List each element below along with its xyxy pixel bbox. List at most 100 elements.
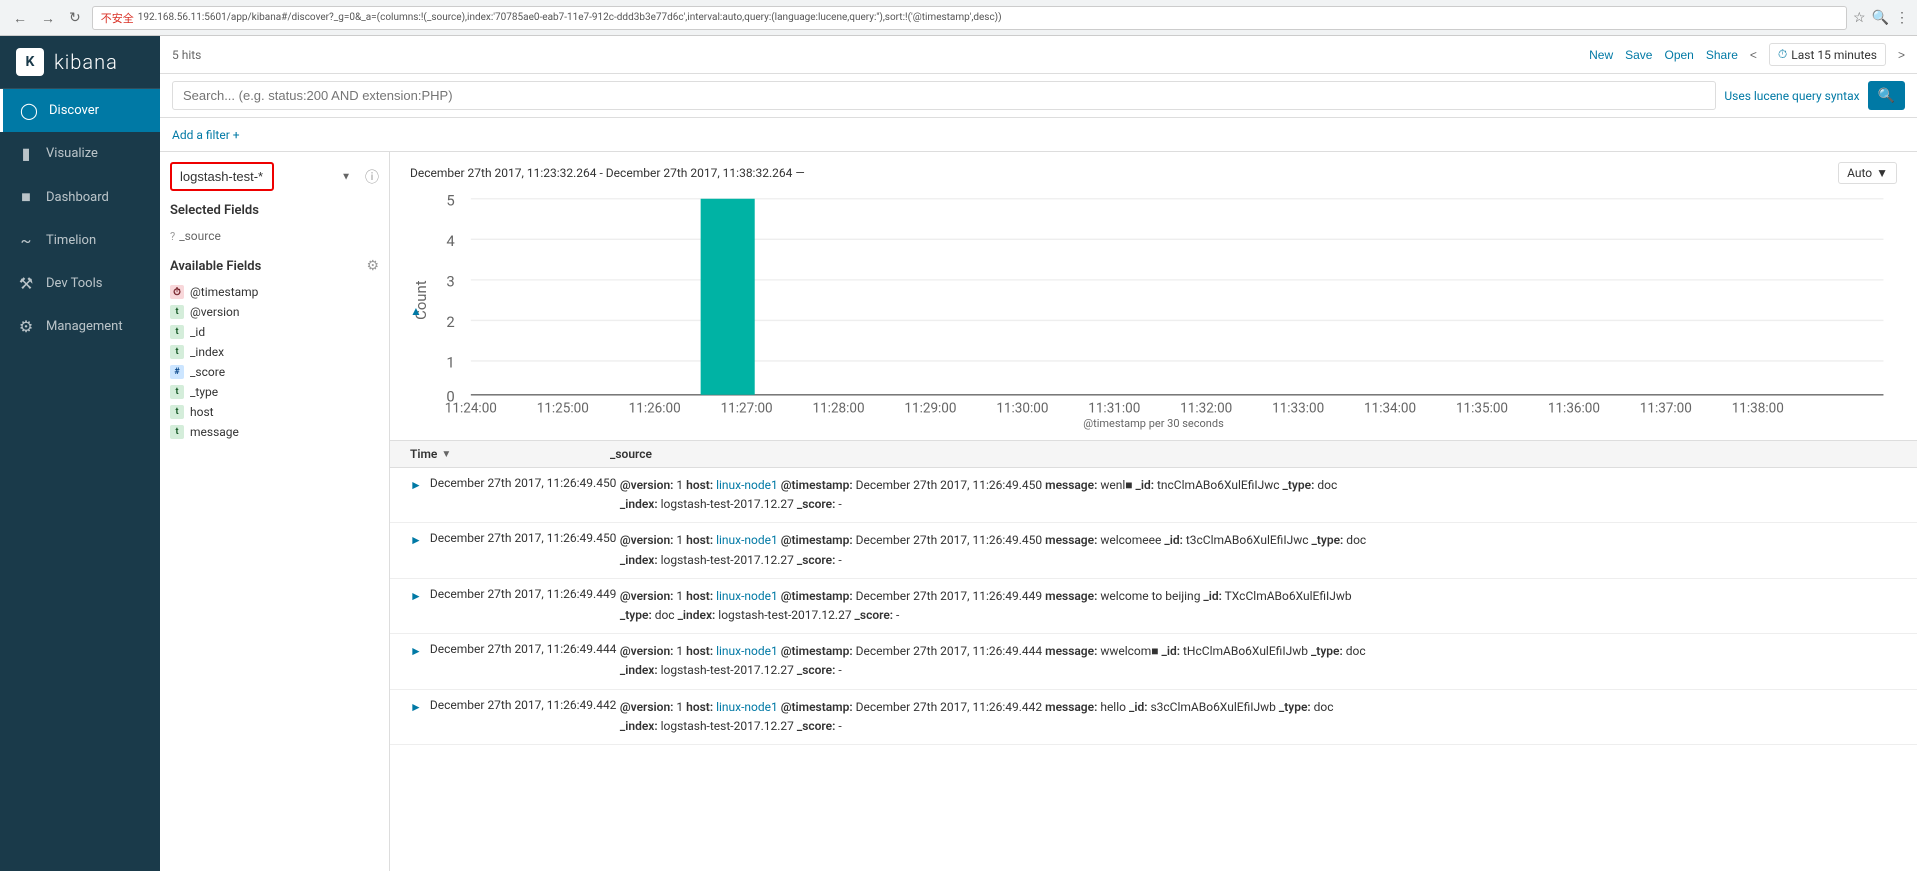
kibana-logo-text: kibana — [54, 50, 118, 74]
svg-text:5: 5 — [446, 192, 454, 210]
expand-icon[interactable]: ► — [410, 533, 422, 547]
sidebar-item-management[interactable]: ⚙ Management — [0, 305, 160, 348]
field-name: @timestamp — [190, 285, 258, 299]
time-picker[interactable]: ⏱ Last 15 minutes — [1769, 43, 1886, 66]
result-row-expander[interactable]: ► December 27th 2017, 11:26:49.444 @vers… — [390, 634, 1917, 688]
sidebar-logo: K kibana — [0, 36, 160, 89]
svg-text:11:30:00: 11:30:00 — [996, 400, 1048, 415]
content-area: logstash-test-* ⓘ Selected Fields ? _sou… — [160, 152, 1917, 871]
index-pattern-dropdown[interactable]: logstash-test-* — [170, 162, 274, 191]
result-content: @version: 1 host: linux-node1 @timestamp… — [620, 476, 1897, 514]
field-item-id[interactable]: t _id — [170, 322, 379, 342]
field-item-index[interactable]: t _index — [170, 342, 379, 362]
chart-x-axis-label: @timestamp per 30 seconds — [410, 417, 1897, 430]
result-row-expander[interactable]: ► December 27th 2017, 11:26:49.449 @vers… — [390, 579, 1917, 633]
sidebar-item-label: Visualize — [46, 146, 98, 161]
sidebar-item-label: Management — [46, 319, 123, 334]
svg-text:11:38:00: 11:38:00 — [1732, 400, 1784, 415]
interval-select[interactable]: Auto ▼ — [1838, 162, 1897, 184]
field-type-t-icon: t — [170, 405, 184, 419]
chart-expand-icon[interactable]: ▲ — [410, 304, 422, 318]
svg-text:11:28:00: 11:28:00 — [812, 400, 864, 415]
histogram-bar — [701, 199, 755, 395]
svg-text:11:26:00: 11:26:00 — [629, 400, 681, 415]
date-range-label: December 27th 2017, 11:23:32.264 - Decem… — [410, 166, 805, 180]
svg-text:11:31:00: 11:31:00 — [1088, 400, 1140, 415]
info-icon[interactable]: ⓘ — [365, 167, 379, 187]
col-time-header[interactable]: Time ▼ — [410, 447, 610, 461]
field-type-t-icon: t — [170, 325, 184, 339]
sidebar-item-discover[interactable]: ◯ Discover — [0, 89, 160, 132]
result-row-expander[interactable]: ► December 27th 2017, 11:26:49.442 @vers… — [390, 690, 1917, 744]
field-item-version[interactable]: t @version — [170, 302, 379, 322]
new-button[interactable]: New — [1589, 48, 1613, 62]
menu-button[interactable]: ⋮ — [1895, 9, 1909, 26]
sidebar-item-visualize[interactable]: ▮ Visualize — [0, 132, 160, 175]
save-button[interactable]: Save — [1625, 48, 1652, 62]
dashboard-icon: ■ — [16, 187, 36, 207]
filter-bar: Add a filter + — [160, 118, 1917, 152]
field-type-clock-icon: ⏱ — [170, 285, 184, 299]
svg-text:1: 1 — [446, 354, 454, 372]
bookmark-button[interactable]: ☆ — [1853, 9, 1866, 26]
back-button[interactable]: ← — [8, 7, 32, 28]
forward-button[interactable]: → — [36, 7, 60, 28]
sidebar-item-devtools[interactable]: ⚒ Dev Tools — [0, 262, 160, 305]
result-time: December 27th 2017, 11:26:49.450 — [430, 531, 620, 545]
source-field: ? _source — [170, 226, 379, 246]
field-item-score[interactable]: # _score — [170, 362, 379, 382]
management-icon: ⚙ — [16, 317, 36, 336]
field-type-hash-icon: # — [170, 365, 184, 379]
field-item-timestamp[interactable]: ⏱ @timestamp — [170, 282, 379, 302]
result-row-expander[interactable]: ► December 27th 2017, 11:26:49.450 @vers… — [390, 468, 1917, 522]
field-item-type[interactable]: t _type — [170, 382, 379, 402]
expand-icon[interactable]: ► — [410, 700, 422, 714]
result-row-expander[interactable]: ► December 27th 2017, 11:26:49.450 @vers… — [390, 523, 1917, 577]
reload-button[interactable]: ↻ — [64, 7, 86, 28]
expand-icon[interactable]: ► — [410, 478, 422, 492]
kibana-logo-icon: K — [16, 48, 44, 76]
interval-chevron-icon: ▼ — [1876, 166, 1888, 180]
time-range-label: Last 15 minutes — [1791, 48, 1877, 62]
browser-bar: ← → ↻ 不安全 192.168.56.11:5601/app/kibana#… — [0, 0, 1917, 36]
field-type-t-icon: t — [170, 425, 184, 439]
search-bar: Uses lucene query syntax 🔍 — [160, 74, 1917, 118]
table-row: ► December 27th 2017, 11:26:49.444 @vers… — [390, 634, 1917, 689]
interval-label: Auto — [1847, 166, 1872, 180]
next-time-button[interactable]: > — [1898, 48, 1905, 62]
visualize-icon: ▮ — [16, 144, 36, 163]
field-name: _score — [190, 365, 225, 379]
share-button[interactable]: Share — [1706, 48, 1738, 62]
result-content: @version: 1 host: linux-node1 @timestamp… — [620, 698, 1897, 736]
sidebar-item-dashboard[interactable]: ■ Dashboard — [0, 175, 160, 219]
svg-text:11:33:00: 11:33:00 — [1272, 400, 1324, 415]
field-item-host[interactable]: t host — [170, 402, 379, 422]
address-bar[interactable]: 不安全 192.168.56.11:5601/app/kibana#/disco… — [92, 6, 1847, 30]
sidebar-item-timelion[interactable]: ~ Timelion — [0, 219, 160, 262]
svg-text:11:32:00: 11:32:00 — [1180, 400, 1232, 415]
field-type-t-icon: t — [170, 345, 184, 359]
add-filter-button[interactable]: Add a filter + — [172, 128, 240, 142]
open-button[interactable]: Open — [1664, 48, 1693, 62]
settings-icon[interactable]: ⚙ — [366, 258, 379, 274]
prev-time-button[interactable]: < — [1750, 48, 1757, 62]
field-item-message[interactable]: t message — [170, 422, 379, 442]
discover-icon: ◯ — [19, 101, 39, 120]
svg-text:3: 3 — [446, 273, 454, 291]
expand-icon[interactable]: ► — [410, 644, 422, 658]
browser-actions: ☆ 🔍 ⋮ — [1853, 9, 1909, 26]
sidebar-item-label: Discover — [49, 103, 99, 118]
search-button[interactable]: 🔍 — [1868, 81, 1905, 110]
zoom-button[interactable]: 🔍 — [1872, 9, 1889, 26]
devtools-icon: ⚒ — [16, 274, 36, 293]
field-type-question: ? — [170, 230, 175, 243]
search-syntax-link[interactable]: Uses lucene query syntax — [1724, 89, 1859, 103]
expand-icon[interactable]: ► — [410, 589, 422, 603]
table-row: ► December 27th 2017, 11:26:49.450 @vers… — [390, 523, 1917, 578]
svg-text:11:34:00: 11:34:00 — [1364, 400, 1416, 415]
table-row: ► December 27th 2017, 11:26:49.442 @vers… — [390, 690, 1917, 745]
source-field-name: _source — [179, 229, 221, 243]
top-toolbar: 5 hits New Save Open Share < ⏱ Last 15 m… — [160, 36, 1917, 74]
search-input[interactable] — [172, 81, 1716, 110]
index-selector: logstash-test-* ⓘ — [170, 162, 379, 191]
